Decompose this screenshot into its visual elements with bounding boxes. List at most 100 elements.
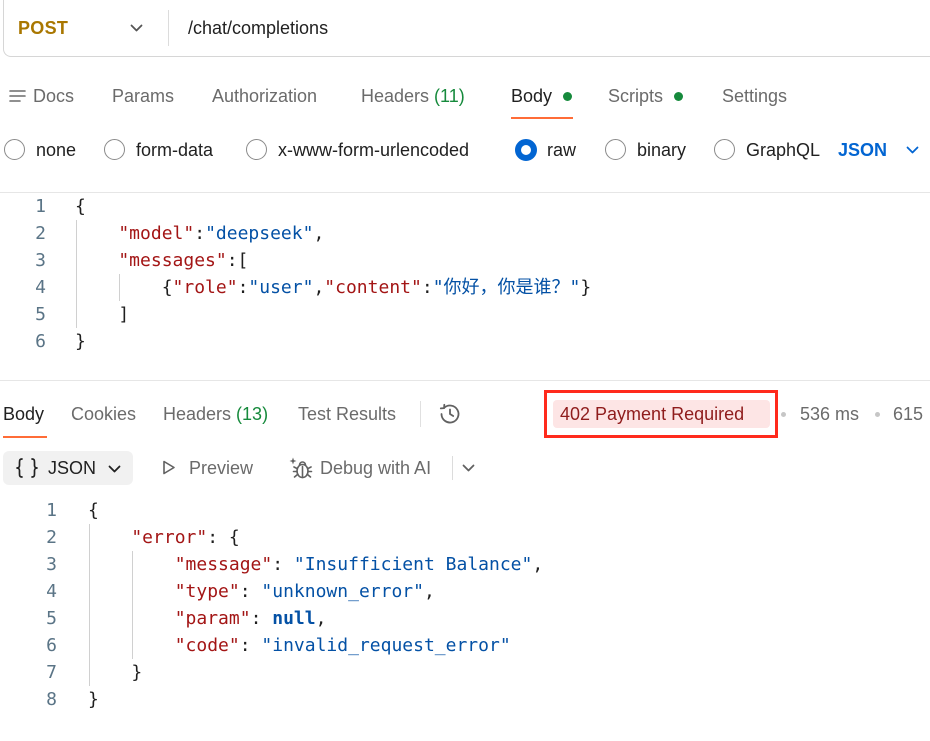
braces-icon: [15, 457, 39, 479]
code-token: "code": [88, 635, 240, 656]
response-tab-headers[interactable]: Headers (13): [163, 398, 268, 430]
method-select[interactable]: POST: [18, 0, 153, 56]
response-tab-body[interactable]: Body: [3, 398, 44, 430]
code-text: {: [75, 193, 86, 220]
code-text: "error": {: [88, 524, 240, 551]
tab-label: Scripts: [608, 86, 664, 106]
content-indicator-dot: [674, 92, 684, 101]
response-format-select[interactable]: JSON: [3, 451, 133, 485]
code-token: }: [580, 277, 592, 298]
line-number: 3: [35, 250, 46, 271]
code-line: 8}: [0, 686, 930, 713]
tab-params[interactable]: Params: [112, 80, 174, 112]
code-text: {"role":"user","content":"你好，你是谁？"}: [75, 274, 592, 301]
preview-button[interactable]: Preview: [158, 452, 263, 484]
code-token: "你好，你是谁？": [432, 277, 581, 298]
tab-settings[interactable]: Settings: [722, 80, 787, 112]
radio-circle: [104, 139, 125, 160]
preview-label: Preview: [189, 458, 254, 478]
tab-scripts[interactable]: Scripts: [608, 80, 684, 112]
code-text: "model":"deepseek",: [75, 220, 324, 247]
status-highlight-box: 402 Payment Required: [544, 390, 778, 438]
body-mode-selector: none form-data x-www-form-urlencoded raw…: [0, 134, 930, 166]
tab-docs[interactable]: Docs: [9, 80, 74, 112]
line-number: 6: [46, 635, 57, 656]
request-body-editor[interactable]: 1{2 "model":"deepseek", 3 "messages":[ 4 {…: [0, 193, 930, 355]
chevron-down-icon: [108, 465, 121, 473]
code-token: }: [88, 662, 143, 683]
code-line: 2 "model":"deepseek",: [0, 220, 930, 247]
code-token: :: [237, 277, 249, 298]
radio-form-data[interactable]: form-data: [104, 134, 213, 166]
code-token: "message": [88, 554, 273, 575]
active-tab-indicator: [511, 117, 573, 119]
play-icon: [160, 459, 177, 476]
code-text: "code": "invalid_request_error": [88, 632, 511, 659]
debug-with-ai-button[interactable]: Debug with AI: [285, 452, 447, 484]
code-line: 1{: [0, 497, 930, 524]
line-number: 4: [35, 277, 46, 298]
code-text: "param": null,: [88, 605, 327, 632]
code-token: "invalid_request_error": [261, 635, 511, 656]
radio-circle: [605, 139, 626, 160]
radio-label: x-www-form-urlencoded: [278, 140, 470, 160]
code-token: ,: [315, 608, 327, 629]
response-tab-test-results[interactable]: Test Results: [298, 398, 396, 430]
history-button[interactable]: [436, 401, 464, 427]
code-token: "type": [88, 581, 240, 602]
line-number: 5: [46, 608, 57, 629]
tab-authorization[interactable]: Authorization: [212, 80, 317, 112]
radio-binary[interactable]: binary: [605, 134, 686, 166]
code-token: :: [194, 223, 206, 244]
method-label: POST: [18, 18, 69, 38]
code-token: ,: [313, 277, 325, 298]
response-tab-cookies[interactable]: Cookies: [71, 398, 136, 430]
docs-icon: [9, 89, 26, 103]
tab-label: Docs: [33, 86, 75, 106]
code-line: 3 "messages":[: [0, 247, 930, 274]
code-token: "model": [75, 223, 195, 244]
code-token: {: [75, 196, 86, 217]
code-line: 5 "param": null,: [0, 605, 930, 632]
url-input[interactable]: /chat/completions: [188, 0, 888, 56]
response-tabs: Body Cookies Headers (13) Test Results: [0, 398, 420, 438]
code-token: : {: [207, 527, 240, 548]
code-token: :: [239, 581, 262, 602]
line-number: 2: [46, 527, 57, 548]
request-tabs: Docs Params Authorization Headers (11) Bo…: [0, 80, 930, 119]
tab-label: Params: [112, 86, 175, 106]
radio-circle: [714, 139, 735, 160]
tab-label: Authorization: [212, 86, 318, 106]
tab-headers[interactable]: Headers (11): [361, 80, 465, 112]
language-label: JSON: [838, 140, 888, 160]
history-icon: [438, 403, 462, 430]
code-line: 6}: [0, 328, 930, 355]
code-token: "role": [172, 277, 238, 298]
code-token: :: [421, 277, 433, 298]
radio-x-www-form-urlencoded[interactable]: x-www-form-urlencoded: [246, 134, 469, 166]
request-url-bar: POST /chat/completions: [3, 0, 930, 57]
chevron-down-icon: [130, 24, 143, 32]
code-token: {: [75, 277, 173, 298]
tab-body[interactable]: Body: [511, 80, 573, 112]
code-line: 4 "type": "unknown_error",: [0, 578, 930, 605]
radio-label: GraphQL: [746, 140, 821, 160]
more-options-button[interactable]: [458, 452, 480, 484]
code-line: 5 ]: [0, 301, 930, 328]
code-token: :: [239, 635, 262, 656]
headers-count: (13): [236, 404, 269, 424]
code-token: :[: [226, 250, 249, 271]
tab-label: Test Results: [298, 404, 397, 424]
line-number: 7: [46, 662, 57, 683]
tab-label: Headers: [361, 86, 430, 106]
radio-none[interactable]: none: [4, 134, 76, 166]
code-text: ]: [75, 301, 129, 328]
code-token: ,: [423, 581, 435, 602]
language-select[interactable]: JSON: [838, 134, 920, 166]
radio-raw[interactable]: raw: [515, 134, 576, 166]
radio-circle: [515, 139, 537, 161]
line-number: 5: [35, 304, 46, 325]
code-token: ,: [532, 554, 544, 575]
radio-graphql[interactable]: GraphQL: [714, 134, 820, 166]
code-line: 1{: [0, 193, 930, 220]
